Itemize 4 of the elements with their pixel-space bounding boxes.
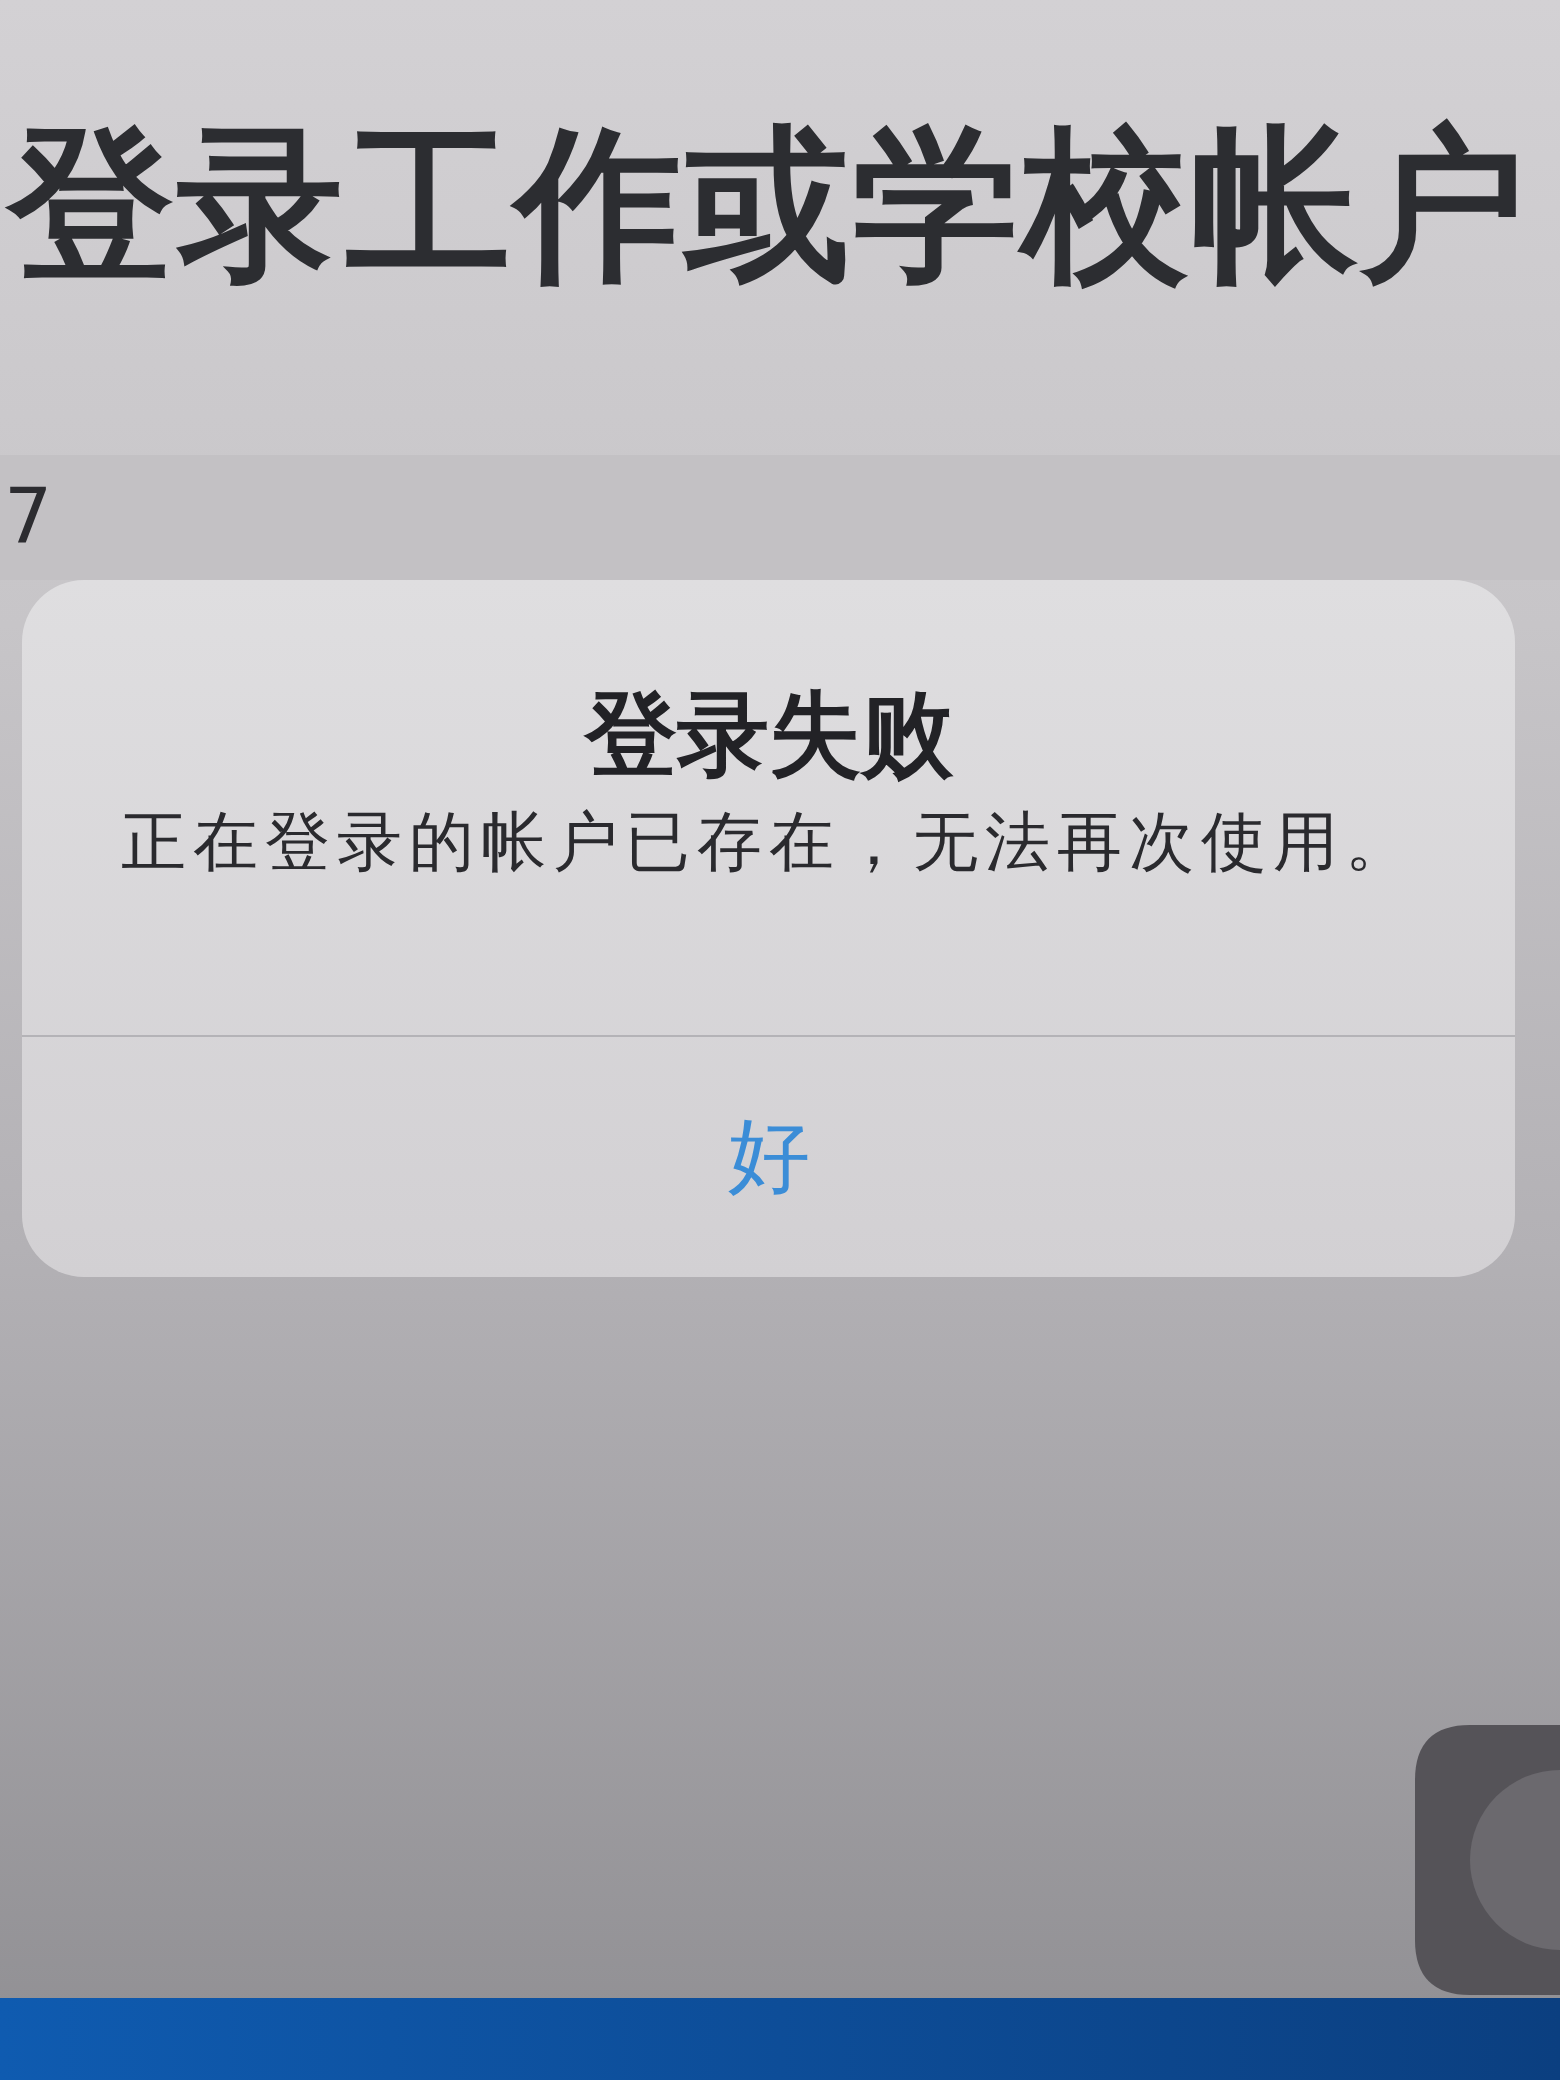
dialog-title: 登录失败 (584, 680, 953, 790)
dialog-message: 正在登录的帐户已存在，无法再次使用。 (120, 803, 1417, 882)
account-field[interactable]: 7 (0, 455, 1560, 580)
circle-tile-icon[interactable] (1415, 1725, 1560, 1995)
